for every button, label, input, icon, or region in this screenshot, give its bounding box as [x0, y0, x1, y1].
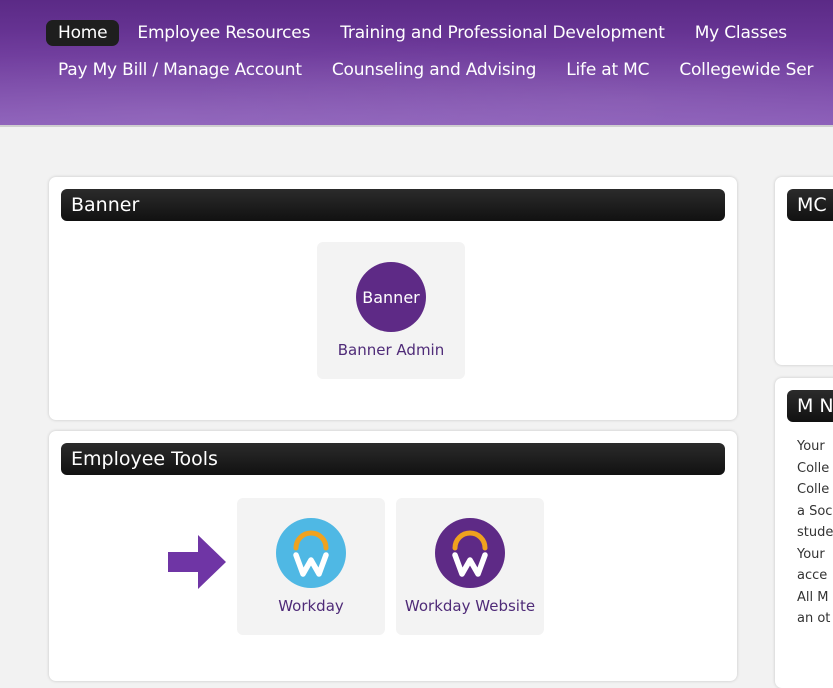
banner-card-title: Banner	[61, 189, 725, 221]
nav-row-1: Home Employee Resources Training and Pro…	[46, 17, 805, 49]
text-line: Your	[797, 439, 825, 454]
right-bottom-card: M N Your Colle Colle a Soc stude Your ac…	[775, 378, 833, 688]
employee-tools-card: Employee Tools Workday Workday Website	[49, 431, 737, 681]
text-line: Colle	[797, 460, 830, 476]
workday-website-tile[interactable]: Workday Website	[396, 498, 544, 635]
right-top-card: MC	[775, 177, 833, 365]
nav-home[interactable]: Home	[46, 20, 120, 46]
banner-admin-label: Banner Admin	[337, 341, 445, 359]
right-top-card-title: MC	[787, 189, 833, 221]
right-bottom-card-title: M N	[787, 390, 833, 422]
nav-pay-my-bill[interactable]: Pay My Bill / Manage Account	[46, 57, 314, 83]
employee-tools-title: Employee Tools	[61, 443, 725, 475]
nav-life-at-mc[interactable]: Life at MC	[554, 57, 661, 83]
text-line: Your	[797, 546, 825, 562]
workday-icon	[276, 518, 346, 588]
callout-arrow-icon	[168, 535, 226, 589]
workday-website-icon	[435, 518, 505, 588]
nav-counseling[interactable]: Counseling and Advising	[320, 57, 548, 83]
workday-label: Workday	[278, 597, 344, 615]
site-header: Home Employee Resources Training and Pro…	[0, 0, 833, 127]
nav-row-2: Pay My Bill / Manage Account Counseling …	[46, 54, 831, 86]
banner-icon: Banner	[356, 262, 426, 332]
nav-training[interactable]: Training and Professional Development	[328, 20, 676, 46]
banner-icon-text: Banner	[362, 287, 420, 307]
text-line: All M	[797, 589, 829, 605]
text-line: stude	[797, 525, 833, 540]
nav-my-classes[interactable]: My Classes	[683, 20, 799, 46]
banner-admin-tile[interactable]: Banner Banner Admin	[317, 242, 465, 379]
nav-employee-resources[interactable]: Employee Resources	[125, 20, 322, 46]
workday-website-label: Workday Website	[404, 597, 536, 615]
text-line: a Soc	[797, 503, 833, 519]
nav-collegewide[interactable]: Collegewide Ser	[667, 57, 825, 83]
text-line: an ot	[797, 611, 831, 626]
banner-card: Banner Banner Banner Admin	[49, 177, 737, 420]
text-line: acce	[797, 568, 828, 583]
text-line: Colle	[797, 482, 830, 497]
workday-tile[interactable]: Workday	[237, 498, 385, 635]
right-bottom-card-text: Your Colle Colle a Soc stude Your acce A…	[797, 436, 833, 630]
